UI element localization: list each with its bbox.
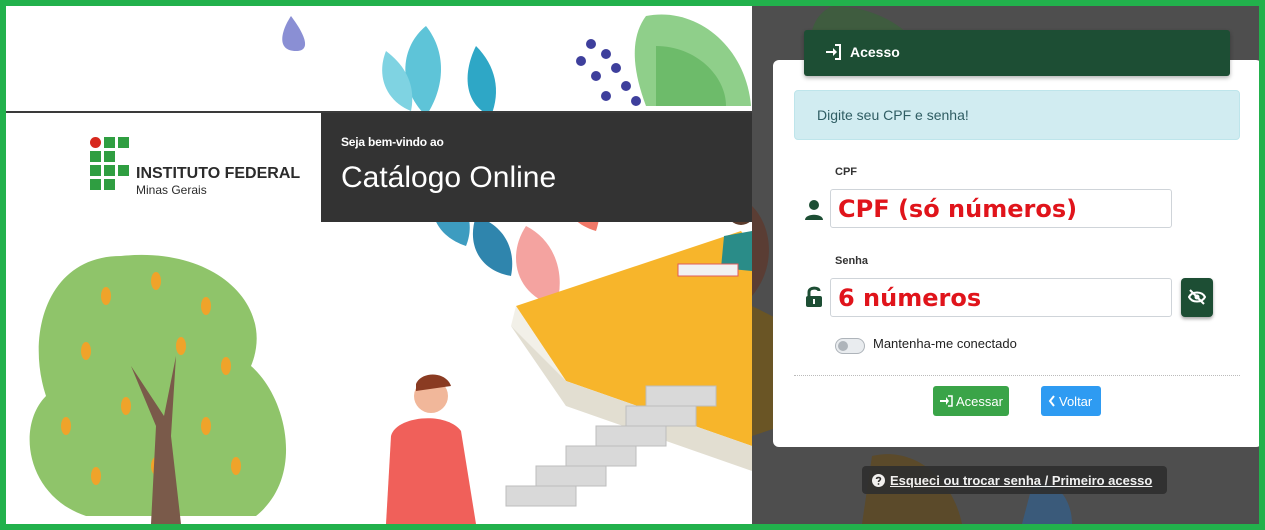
toggle-password-visibility-button[interactable] xyxy=(1181,278,1213,317)
remember-me-switch[interactable] xyxy=(835,338,865,354)
forgot-password-text: Esqueci ou trocar senha / Primeiro acess… xyxy=(890,473,1153,488)
logo-subtitle: Minas Gerais xyxy=(136,183,207,197)
logo-mark xyxy=(90,137,130,193)
switch-knob xyxy=(838,341,848,351)
chevron-left-icon xyxy=(1048,395,1055,407)
unlock-icon xyxy=(806,286,822,307)
voltar-label: Voltar xyxy=(1059,394,1093,409)
forgot-password-link[interactable]: Esqueci ou trocar senha / Primeiro acess… xyxy=(862,466,1167,494)
senha-input[interactable] xyxy=(830,278,1172,317)
form-divider xyxy=(794,375,1240,376)
sign-in-icon xyxy=(826,44,841,60)
cpf-label: CPF xyxy=(835,166,857,178)
eye-slash-icon xyxy=(1188,289,1206,305)
welcome-subtitle: Seja bem-vindo ao xyxy=(341,135,444,149)
logo-title: INSTITUTO FEDERAL xyxy=(136,165,301,182)
institution-logo: INSTITUTO FEDERAL Minas Gerais xyxy=(90,137,310,197)
voltar-button[interactable]: Voltar xyxy=(1041,386,1101,416)
acessar-label: Acessar xyxy=(956,394,1003,409)
welcome-title: Catálogo Online xyxy=(341,161,557,194)
user-icon xyxy=(805,200,823,220)
illustration-art xyxy=(29,14,752,524)
question-circle-icon xyxy=(872,474,885,487)
sign-in-icon xyxy=(940,395,953,407)
card-header-title: Acesso xyxy=(850,44,900,60)
acessar-button[interactable]: Acessar xyxy=(933,386,1009,416)
info-alert-text: Digite seu CPF e senha! xyxy=(817,107,969,123)
info-alert: Digite seu CPF e senha! xyxy=(794,90,1240,140)
card-header: Acesso xyxy=(804,30,1230,76)
background-illustration: INSTITUTO FEDERAL Minas Gerais Seja bem-… xyxy=(6,6,752,524)
remember-me-label: Mantenha-me conectado xyxy=(873,336,1017,351)
cpf-input[interactable] xyxy=(830,189,1172,228)
welcome-banner: Seja bem-vindo ao Catálogo Online xyxy=(321,113,752,222)
page-frame: INSTITUTO FEDERAL Minas Gerais Seja bem-… xyxy=(6,6,1259,524)
senha-label: Senha xyxy=(835,255,869,267)
